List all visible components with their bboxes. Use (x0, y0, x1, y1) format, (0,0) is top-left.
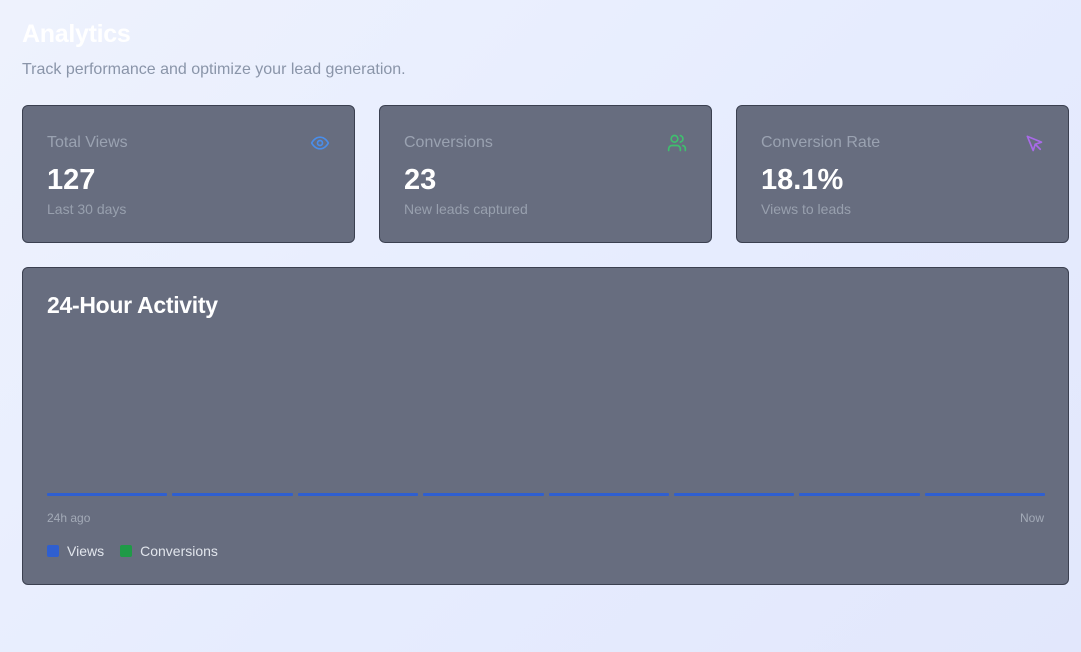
activity-bar-segment (799, 493, 920, 496)
legend-swatch-views (47, 545, 59, 557)
cursor-icon (1024, 133, 1044, 153)
axis-start-label: 24h ago (47, 511, 91, 525)
card-value: 127 (47, 164, 96, 196)
card-subtext: Views to leads (761, 201, 852, 217)
activity-chart-card: 24-Hour Activity 24h ago Now Views Conve… (22, 267, 1069, 585)
activity-title: 24-Hour Activity (47, 292, 218, 318)
activity-bar-segment (172, 493, 293, 496)
card-label: Conversion Rate (761, 134, 881, 151)
card-value: 18.1% (761, 164, 844, 196)
activity-bar-segment (924, 493, 1045, 496)
activity-bar-segment (423, 493, 544, 496)
users-icon (667, 133, 687, 153)
chart-legend: Views Conversions (47, 543, 218, 559)
legend-item-conversions: Conversions (120, 543, 218, 559)
card-label: Total Views (47, 134, 128, 151)
legend-label: Conversions (140, 543, 218, 559)
card-label: Conversions (404, 134, 493, 151)
legend-swatch-conversions (120, 545, 133, 557)
activity-bar-segment (297, 493, 419, 496)
card-subtext: New leads captured (404, 201, 528, 217)
activity-bar-segment (548, 493, 669, 496)
activity-bars (47, 493, 1045, 496)
activity-bar-segment (47, 493, 168, 496)
stat-card-total-views: Total Views 127 Last 30 days (22, 105, 355, 243)
card-subtext: Last 30 days (47, 201, 127, 217)
legend-label: Views (67, 543, 105, 559)
card-value: 23 (404, 164, 437, 196)
activity-bar-segment (673, 493, 795, 496)
page-title: Analytics (22, 20, 131, 48)
legend-item-views: Views (47, 543, 104, 559)
stat-card-conversion-rate: Conversion Rate 18.1% Views to leads (736, 105, 1069, 243)
stat-card-conversions: Conversions 23 New leads captured (379, 105, 712, 243)
eye-icon (310, 133, 330, 153)
axis-end-label: Now (1019, 511, 1044, 525)
page-subtitle: Track performance and optimize your lead… (22, 61, 406, 78)
